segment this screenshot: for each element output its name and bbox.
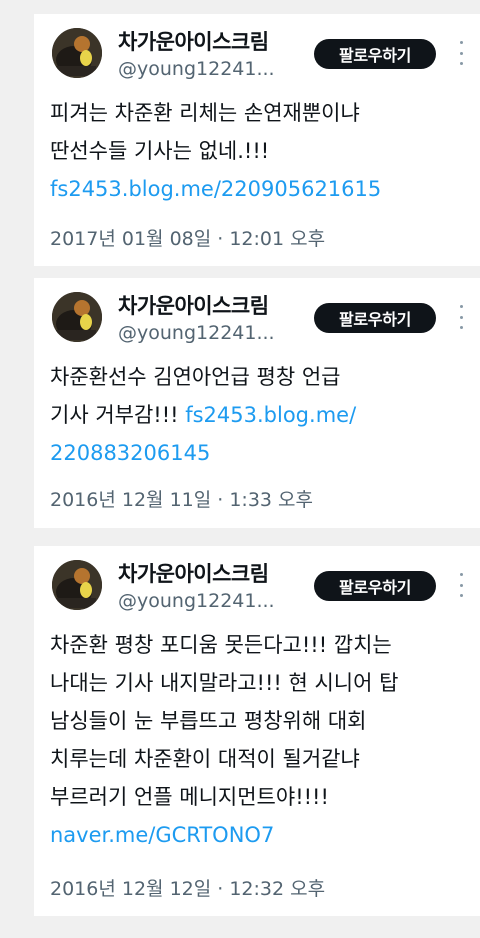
tweet-text-line: 부르러기 언플 메니지먼트야!!!! xyxy=(50,785,329,809)
tweet-text: 차준환 평창 포디움 못든다고!!! 깝치는 나대는 기사 내지말라고!!! 현… xyxy=(50,626,470,854)
author-handle[interactable]: @young12241... xyxy=(118,58,275,80)
tweet-card[interactable]: 차가운아이스크림 @young12241... 팔로우하기 차준환선수 김연아언… xyxy=(34,278,480,528)
more-vertical-icon[interactable] xyxy=(454,305,468,329)
tweet-text-line: 딴선수들 기사는 없네.!!! xyxy=(50,139,270,163)
more-vertical-icon[interactable] xyxy=(454,573,468,597)
tweet-link[interactable]: 220883206145 xyxy=(50,434,470,472)
follow-button[interactable]: 팔로우하기 xyxy=(314,571,436,601)
tweet-link[interactable]: naver.me/GCRTONO7 xyxy=(50,816,470,854)
tweet-text: 피겨는 차준환 리체는 손연재뿐이냐 딴선수들 기사는 없네.!!! fs245… xyxy=(50,94,470,208)
author-handle[interactable]: @young12241... xyxy=(118,590,275,612)
follow-button[interactable]: 팔로우하기 xyxy=(314,39,436,69)
author-name[interactable]: 차가운아이스크림 xyxy=(118,26,269,56)
tweet-text-line: 기사 거부감!!! fs2453.blog.me/ xyxy=(50,396,470,434)
follow-button[interactable]: 팔로우하기 xyxy=(314,303,436,333)
tweet-text-line: 차준환선수 김연아언급 평창 언급 xyxy=(50,365,341,389)
tweet-card[interactable]: 차가운아이스크림 @young12241... 팔로우하기 차준환 평창 포디움… xyxy=(34,546,480,916)
author-name[interactable]: 차가운아이스크림 xyxy=(118,558,269,588)
tweet-text-segment: 기사 거부감!!! xyxy=(50,403,186,427)
tweet-timestamp[interactable]: 2017년 01월 08일 · 12:01 오후 xyxy=(50,224,325,251)
author-name[interactable]: 차가운아이스크림 xyxy=(118,290,269,320)
tweet-text: 차준환선수 김연아언급 평창 언급 기사 거부감!!! fs2453.blog.… xyxy=(50,358,470,472)
tweet-text-line: 치루는데 차준환이 대적이 될거같냐 xyxy=(50,747,360,771)
tweet-text-line: 차준환 평창 포디움 못든다고!!! 깝치는 xyxy=(50,633,392,657)
tweet-text-line: 피겨는 차준환 리체는 손연재뿐이냐 xyxy=(50,101,360,125)
tweet-card[interactable]: 차가운아이스크림 @young12241... 팔로우하기 피겨는 차준환 리체… xyxy=(34,14,480,266)
avatar[interactable] xyxy=(52,292,102,342)
tweet-link[interactable]: fs2453.blog.me/ xyxy=(185,403,356,427)
tweet-text-line: 나대는 기사 내지말라고!!! 현 시니어 탑 xyxy=(50,671,399,695)
tweet-timestamp[interactable]: 2016년 12월 12일 · 12:32 오후 xyxy=(50,874,325,901)
tweet-link[interactable]: fs2453.blog.me/220905621615 xyxy=(50,170,470,208)
author-handle[interactable]: @young12241... xyxy=(118,322,275,344)
avatar[interactable] xyxy=(52,28,102,78)
more-vertical-icon[interactable] xyxy=(454,41,468,65)
tweet-timestamp[interactable]: 2016년 12월 11일 · 1:33 오후 xyxy=(50,485,313,512)
tweet-text-line: 남싱들이 눈 부릅뜨고 평창위해 대회 xyxy=(50,709,367,733)
avatar[interactable] xyxy=(52,560,102,610)
